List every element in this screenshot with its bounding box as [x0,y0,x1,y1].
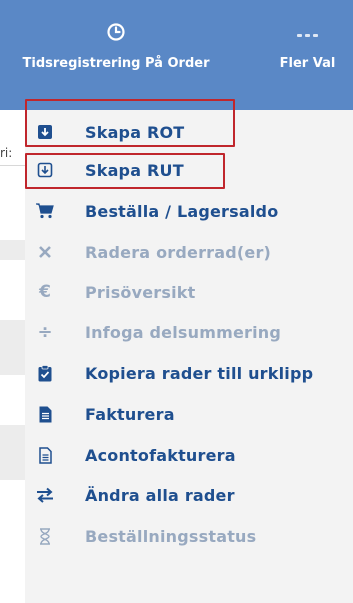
clipped-field-label: ri: [0,146,13,160]
divide-icon: ÷ [37,321,53,343]
invoice-icon [35,404,55,424]
menu-item-label: Beställa / Lagersaldo [85,201,279,221]
menu-item-andra-alla-rader[interactable]: Ändra alla rader [25,477,353,513]
menu-item-label: Infoga delsummering [85,322,282,342]
hourglass-icon [35,526,55,546]
menu-item-bestallningsstatus: Beställningsstatus [25,518,353,554]
time-registration-label: Tidsregistrering På Order [22,56,210,71]
more-options-menu: Skapa ROT Skapa RUT Beställa / Lagersald… [25,110,353,603]
menu-item-infoga-delsummering: ÷ Infoga delsummering [25,314,353,350]
more-dots-icon [262,22,353,42]
invoice-outline-icon [35,445,55,465]
row-background [0,425,25,480]
more-options-label: Fler Val [279,56,336,71]
menu-item-label: Skapa RUT [85,160,184,180]
menu-item-label: Acontofakturera [85,445,236,465]
cart-icon [35,201,55,221]
menu-item-acontofakturera[interactable]: Acontofakturera [25,437,353,473]
menu-item-label: Skapa ROT [85,122,185,142]
menu-item-label: Beställningsstatus [85,526,257,546]
menu-item-fakturera[interactable]: Fakturera [25,396,353,432]
download-box-icon [35,122,55,142]
download-box-outline-icon [35,160,55,180]
menu-item-label: Prisöversikt [85,282,196,302]
menu-item-skapa-rut[interactable]: Skapa RUT [25,152,353,188]
menu-item-label: Kopiera rader till urklipp [85,363,314,383]
menu-item-label: Radera orderrad(er) [85,242,272,262]
time-registration-button[interactable]: Tidsregistrering På Order [0,22,232,71]
x-icon [35,242,55,262]
clipboard-check-icon [35,363,55,383]
menu-item-skapa-rot[interactable]: Skapa ROT [25,114,353,150]
menu-item-kopiera-rader[interactable]: Kopiera rader till urklipp [25,355,353,391]
swap-arrows-icon [35,485,55,505]
row-background [0,240,25,260]
menu-item-radera-orderrader: Radera orderrad(er) [25,234,353,270]
row-background [0,320,25,375]
menu-item-prisoversikt: € Prisöversikt [25,274,353,310]
more-options-button[interactable]: Fler Val [262,22,353,71]
clock-icon [0,22,232,42]
menu-item-bestalla-lagersaldo[interactable]: Beställa / Lagersaldo [25,193,353,229]
toolbar: Tidsregistrering På Order Fler Val [0,0,353,110]
euro-icon: € [39,282,51,302]
menu-item-label: Ändra alla rader [85,485,235,505]
menu-item-label: Fakturera [85,404,175,424]
row-divider [0,165,25,166]
